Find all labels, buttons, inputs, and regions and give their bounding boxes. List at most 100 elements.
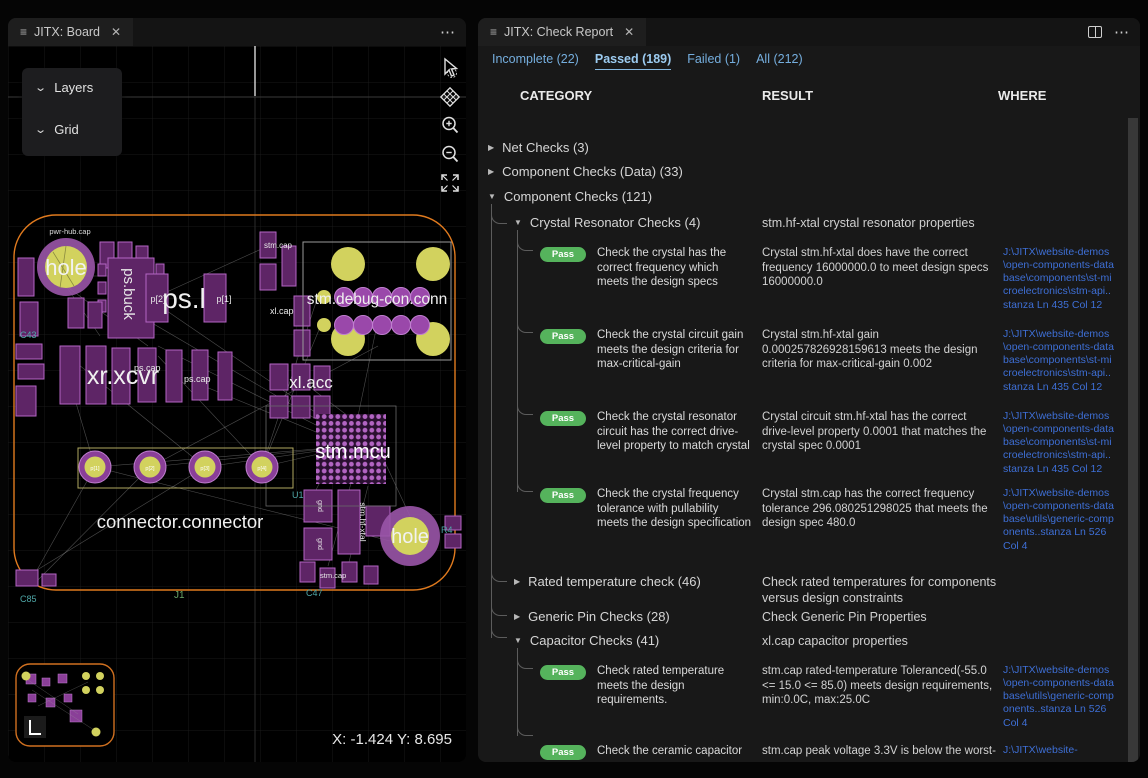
report-tabbar: ≡ JITX: Check Report ✕ ⋯ xyxy=(478,18,1140,46)
layers-grid-overlay: ⌄ Layers ⌄ Grid xyxy=(22,68,122,156)
zoom-out-icon[interactable] xyxy=(439,143,461,167)
label-j1: J1 xyxy=(174,590,185,601)
list-icon: ≡ xyxy=(490,25,497,39)
check-category: Check the crystal frequency tolerance wi… xyxy=(597,487,752,531)
label-stm-hf-xtal: stm.hf-xtal xyxy=(358,502,368,541)
label-p1: p[1] xyxy=(216,294,231,304)
expanded-arrow-icon: ▼ xyxy=(488,192,496,201)
filter-passed[interactable]: Passed (189) xyxy=(595,52,671,70)
label-c47: C47 xyxy=(306,588,323,598)
label-stm-cap: stm.cap xyxy=(320,571,346,580)
tree-guide xyxy=(491,602,507,616)
cursor-coordinates: X: -1.424 Y: 8.695 xyxy=(332,731,452,748)
status-badge: Pass xyxy=(540,411,586,426)
status-badge: Pass xyxy=(540,329,586,344)
column-category: CATEGORY xyxy=(520,88,592,103)
tree-guide xyxy=(491,210,507,224)
grid-label: Grid xyxy=(54,122,79,137)
board-panel: ≡ JITX: Board ✕ ⋯ ⌄ Layers ⌄ Grid xyxy=(8,18,466,762)
check-category: Check rated temperature meets the design… xyxy=(597,664,752,708)
check-where-link[interactable]: J:\JITX\website-demos\open-components-da… xyxy=(1003,246,1116,312)
column-where: WHERE xyxy=(998,88,1046,103)
label-ps-cap: ps.cap xyxy=(134,363,161,373)
label-p2: p[2] xyxy=(150,294,165,304)
label-stm-mcu: stm.mcu xyxy=(315,441,391,463)
tree-guide xyxy=(517,230,518,492)
select-tool-icon[interactable] xyxy=(439,56,461,80)
tab-jitx-check-report[interactable]: ≡ JITX: Check Report ✕ xyxy=(478,18,646,46)
column-result: RESULT xyxy=(762,88,813,103)
label-stm-cap: stm.cap xyxy=(264,241,293,250)
grid-toggle[interactable]: ⌄ Grid xyxy=(36,122,79,137)
filter-all[interactable]: All (212) xyxy=(756,52,803,70)
label-gnd: gnd xyxy=(316,500,323,512)
expanded-arrow-icon: ▼ xyxy=(514,636,522,645)
label-c85: C85 xyxy=(20,594,37,604)
tab-jitx-board[interactable]: ≡ JITX: Board ✕ xyxy=(8,18,133,46)
tree-guide xyxy=(517,320,533,333)
label-c43: C43 xyxy=(20,330,37,340)
check-where-link[interactable]: J:\JITX\website-demos\open-components-da… xyxy=(1003,410,1116,476)
label-hole-top: hole xyxy=(45,255,87,280)
tree-guide xyxy=(517,238,533,251)
chevron-down-icon: ⌄ xyxy=(34,81,47,94)
group-generic-pin[interactable]: ▶ Generic Pin Checks (28) xyxy=(514,609,670,624)
close-icon[interactable]: ✕ xyxy=(111,25,121,39)
layers-toggle[interactable]: ⌄ Layers xyxy=(36,80,93,95)
label-xl-cap: xl.cap xyxy=(270,306,294,316)
scrollbar[interactable] xyxy=(1128,118,1138,762)
layers-label: Layers xyxy=(54,80,93,95)
tree-guide xyxy=(491,568,507,582)
check-category: Check the crystal circuit gain meets the… xyxy=(597,328,752,372)
label-hole-bottom: hole xyxy=(391,526,429,548)
group-component-checks-data[interactable]: ▶ Component Checks (Data) (33) xyxy=(488,164,683,179)
group-rated-temperature[interactable]: ▶ Rated temperature check (46) xyxy=(514,574,701,589)
label-pad2: p[2] xyxy=(145,466,155,472)
group-crystal-resonator[interactable]: ▼ Crystal Resonator Checks (4) xyxy=(514,215,700,230)
minimap[interactable] xyxy=(16,664,114,746)
tree-guide xyxy=(517,723,533,736)
more-actions-icon[interactable]: ⋯ xyxy=(1114,23,1130,41)
status-badge: Pass xyxy=(540,745,586,760)
status-badge: Pass xyxy=(540,247,586,262)
tree-guide xyxy=(517,479,533,492)
filter-incomplete[interactable]: Incomplete (22) xyxy=(492,52,579,70)
check-result: Crystal stm.cap has the correct frequenc… xyxy=(762,487,996,531)
board-toolbar xyxy=(439,56,463,194)
close-icon[interactable]: ✕ xyxy=(624,25,634,39)
label-debug-conn: stm.debug-con.conn xyxy=(307,291,447,308)
split-editor-icon[interactable] xyxy=(1088,26,1102,38)
more-actions-icon[interactable]: ⋯ xyxy=(440,23,456,41)
label-xl-acc: xl.acc xyxy=(289,373,333,392)
check-category: Check the ceramic capacitor xyxy=(597,744,752,759)
label-u1: U1 xyxy=(292,490,304,500)
filter-failed[interactable]: Failed (1) xyxy=(687,52,740,70)
pcb-canvas[interactable]: ⌄ Layers ⌄ Grid xyxy=(8,46,466,762)
collapsed-arrow-icon: ▶ xyxy=(488,167,494,176)
report-content: Incomplete (22) Passed (189) Failed (1) … xyxy=(478,46,1140,762)
pan-tool-icon[interactable] xyxy=(439,85,461,109)
check-where-link[interactable]: J:\JITX\website-demos\open-components-da… xyxy=(1003,487,1116,553)
label-pad3: p[3] xyxy=(200,466,210,472)
group-capacitor-checks[interactable]: ▼ Capacitor Checks (41) xyxy=(514,633,659,648)
check-where-link[interactable]: J:\JITX\website- xyxy=(1003,744,1116,757)
label-ps-cap: ps.cap xyxy=(184,374,211,384)
tree-guide xyxy=(491,626,507,638)
group-component-checks[interactable]: ▼ Component Checks (121) xyxy=(488,189,652,204)
label-connector: connector.connector xyxy=(97,511,264,532)
check-category: Check the crystal resonator circuit has … xyxy=(597,410,752,454)
label-ps-l: ps.l xyxy=(162,283,206,314)
tree-guide xyxy=(517,656,533,669)
check-where-link[interactable]: J:\JITX\website-demos\open-components-da… xyxy=(1003,664,1116,730)
zoom-in-icon[interactable] xyxy=(439,114,461,138)
window-bottom-edge xyxy=(0,764,1148,778)
label-ps-buck: ps.buck xyxy=(120,268,137,320)
collapsed-arrow-icon: ▶ xyxy=(514,612,520,621)
tab-title: JITX: Check Report xyxy=(504,25,613,39)
check-where-link[interactable]: J:\JITX\website-demos\open-components-da… xyxy=(1003,328,1116,394)
collapsed-arrow-icon: ▶ xyxy=(514,577,520,586)
zoom-fit-icon[interactable] xyxy=(439,172,461,194)
group-net-checks[interactable]: ▶ Net Checks (3) xyxy=(488,140,589,155)
check-result: Crystal stm.hf-xtal gain 0.0002578269281… xyxy=(762,328,996,372)
check-report-panel: ≡ JITX: Check Report ✕ ⋯ Incomplete (22)… xyxy=(478,18,1140,762)
